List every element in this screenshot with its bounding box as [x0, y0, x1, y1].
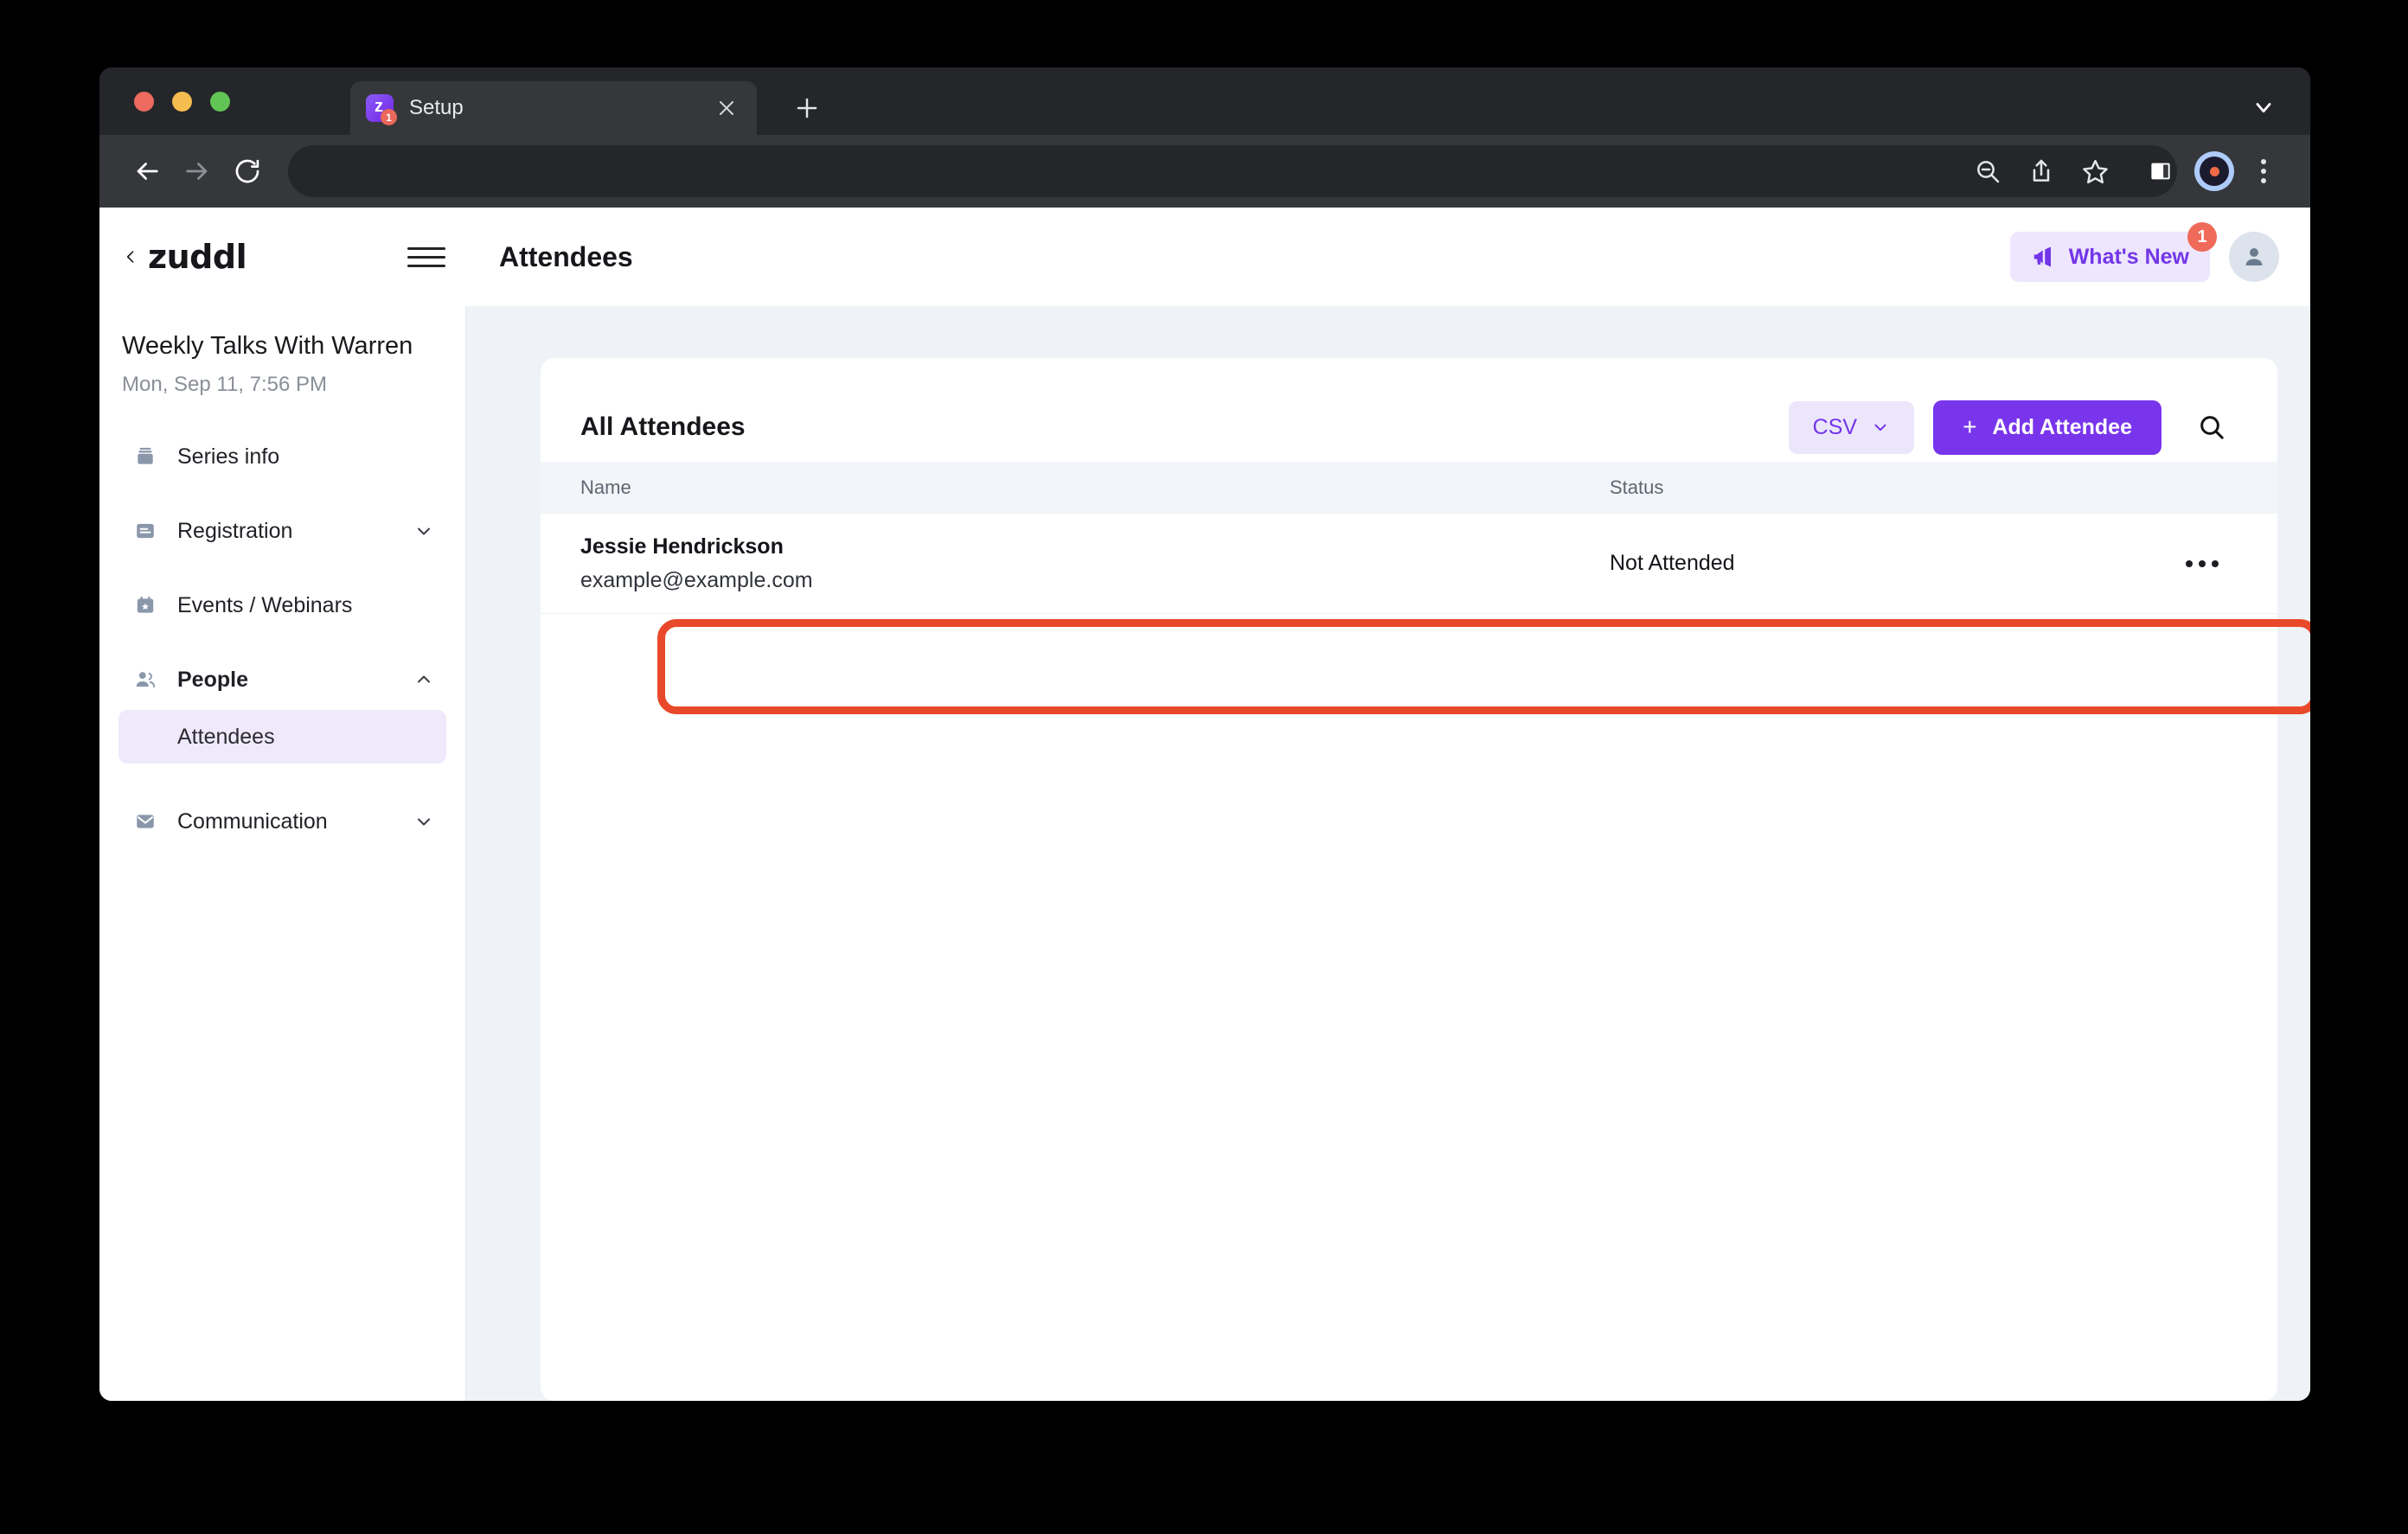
sidebar-item-registration[interactable]: Registration — [118, 504, 446, 558]
csv-dropdown-button[interactable]: CSV — [1788, 400, 1915, 454]
table-header-row: Name Status — [541, 462, 2277, 514]
user-avatar[interactable] — [2229, 232, 2279, 282]
add-attendee-button[interactable]: + Add Attendee — [1933, 399, 2161, 455]
more-menu-icon[interactable] — [2241, 146, 2286, 196]
bookmark-star-icon[interactable] — [2068, 146, 2122, 196]
reload-icon[interactable] — [222, 146, 272, 196]
sidebar-item-communication[interactable]: Communication — [118, 795, 446, 848]
new-tab-button[interactable] — [787, 88, 827, 128]
sidebar-item-label: People — [177, 667, 248, 692]
sidebar-subitem-label: Attendees — [177, 724, 275, 749]
calendar-star-icon — [131, 594, 160, 617]
attendee-name-cell: Jessie Hendrickson example@example.com — [580, 534, 1610, 593]
close-window-button[interactable] — [134, 92, 154, 112]
column-header-status: Status — [1610, 476, 1664, 498]
close-tab-icon[interactable] — [712, 93, 741, 123]
add-attendee-label: Add Attendee — [1992, 414, 2132, 439]
status-badge: Not Attended — [1610, 551, 1735, 575]
series-title: Weekly Talks With Warren — [122, 332, 413, 360]
series-date: Mon, Sep 11, 7:56 PM — [122, 373, 328, 396]
sidebar-item-label: Registration — [177, 518, 293, 543]
attendee-email: example@example.com — [580, 567, 813, 592]
hamburger-icon[interactable] — [407, 238, 445, 276]
tab-title: Setup — [409, 96, 464, 119]
share-icon[interactable] — [2014, 146, 2068, 196]
content-area: All Attendees CSV + Add Attendee Name St… — [466, 306, 2310, 1401]
chevron-down-icon[interactable] — [413, 521, 434, 541]
chevron-down-icon[interactable] — [413, 811, 434, 832]
minimize-window-button[interactable] — [172, 92, 192, 112]
sidebar-item-label: Series info — [177, 444, 280, 469]
zoom-out-icon[interactable] — [1961, 146, 2014, 196]
browser-window: z 1 Setup zuddl Attendees What's New 1 W… — [99, 67, 2310, 1401]
browser-tab[interactable]: z 1 Setup — [350, 81, 757, 135]
row-more-horizontal-icon[interactable] — [2186, 559, 2219, 567]
header-actions: What's New 1 — [2009, 222, 2279, 282]
brand-name: zuddl — [148, 238, 247, 276]
tab-list-chevron-down-icon[interactable] — [2245, 90, 2283, 125]
maximize-window-button[interactable] — [210, 92, 230, 112]
app-header: zuddl Attendees What's New 1 — [99, 208, 2310, 306]
back-icon[interactable] — [122, 146, 172, 196]
envelope-icon — [131, 810, 160, 833]
table-row[interactable]: Jessie Hendrickson example@example.com N… — [541, 514, 2277, 614]
sidebar-item-people[interactable]: People — [118, 653, 446, 706]
whats-new-button[interactable]: What's New 1 — [2009, 222, 2217, 282]
forward-icon[interactable] — [172, 146, 222, 196]
search-icon[interactable] — [2191, 406, 2232, 448]
sidebar-item-series-info[interactable]: Series info — [118, 430, 446, 483]
card-header: All Attendees CSV + Add Attendee — [541, 358, 2277, 462]
people-icon — [131, 668, 160, 691]
attendee-name: Jessie Hendrickson — [580, 534, 784, 559]
sidebar: Weekly Talks With Warren Mon, Sep 11, 7:… — [99, 306, 466, 1401]
sidebar-panel-icon[interactable] — [2134, 146, 2187, 196]
page-title: Attendees — [499, 240, 633, 272]
address-bar[interactable] — [288, 145, 2177, 197]
window-controls — [134, 92, 230, 112]
sidebar-item-attendees[interactable]: Attendees — [118, 710, 446, 764]
tab-strip: z 1 Setup — [99, 67, 2310, 135]
page-viewport: zuddl Attendees What's New 1 Weekly Talk… — [99, 208, 2310, 1401]
card-actions: CSV + Add Attendee — [1788, 399, 2238, 455]
archive-icon — [131, 445, 160, 468]
card-title: All Attendees — [580, 412, 746, 441]
whats-new-label: What's New — [2068, 244, 2189, 269]
toolbar-actions — [1961, 146, 2286, 196]
attendee-status-cell: Not Attended — [1610, 551, 2238, 576]
browser-toolbar — [99, 135, 2310, 208]
plus-icon: + — [1963, 413, 1977, 440]
chevron-up-icon[interactable] — [413, 669, 434, 690]
attendees-card: All Attendees CSV + Add Attendee Name St… — [541, 358, 2277, 1401]
sidebar-item-events-webinars[interactable]: Events / Webinars — [118, 578, 446, 632]
sidebar-nav: Series info Registration Events / Webina… — [99, 430, 465, 848]
brand-logo[interactable]: zuddl — [122, 238, 407, 276]
chevron-down-icon — [1871, 418, 1890, 437]
favicon-zuddl-icon: z 1 — [366, 94, 397, 125]
whats-new-badge: 1 — [2187, 222, 2217, 252]
form-icon — [131, 520, 160, 542]
megaphone-icon — [2031, 244, 2057, 270]
column-header-name: Name — [580, 476, 631, 498]
profile-avatar-icon[interactable] — [2194, 151, 2234, 191]
back-chevron-left-icon[interactable] — [122, 246, 139, 268]
sidebar-item-label: Communication — [177, 809, 328, 834]
sidebar-item-label: Events / Webinars — [177, 592, 353, 617]
favicon-badge: 1 — [381, 109, 397, 125]
csv-label: CSV — [1812, 414, 1858, 439]
